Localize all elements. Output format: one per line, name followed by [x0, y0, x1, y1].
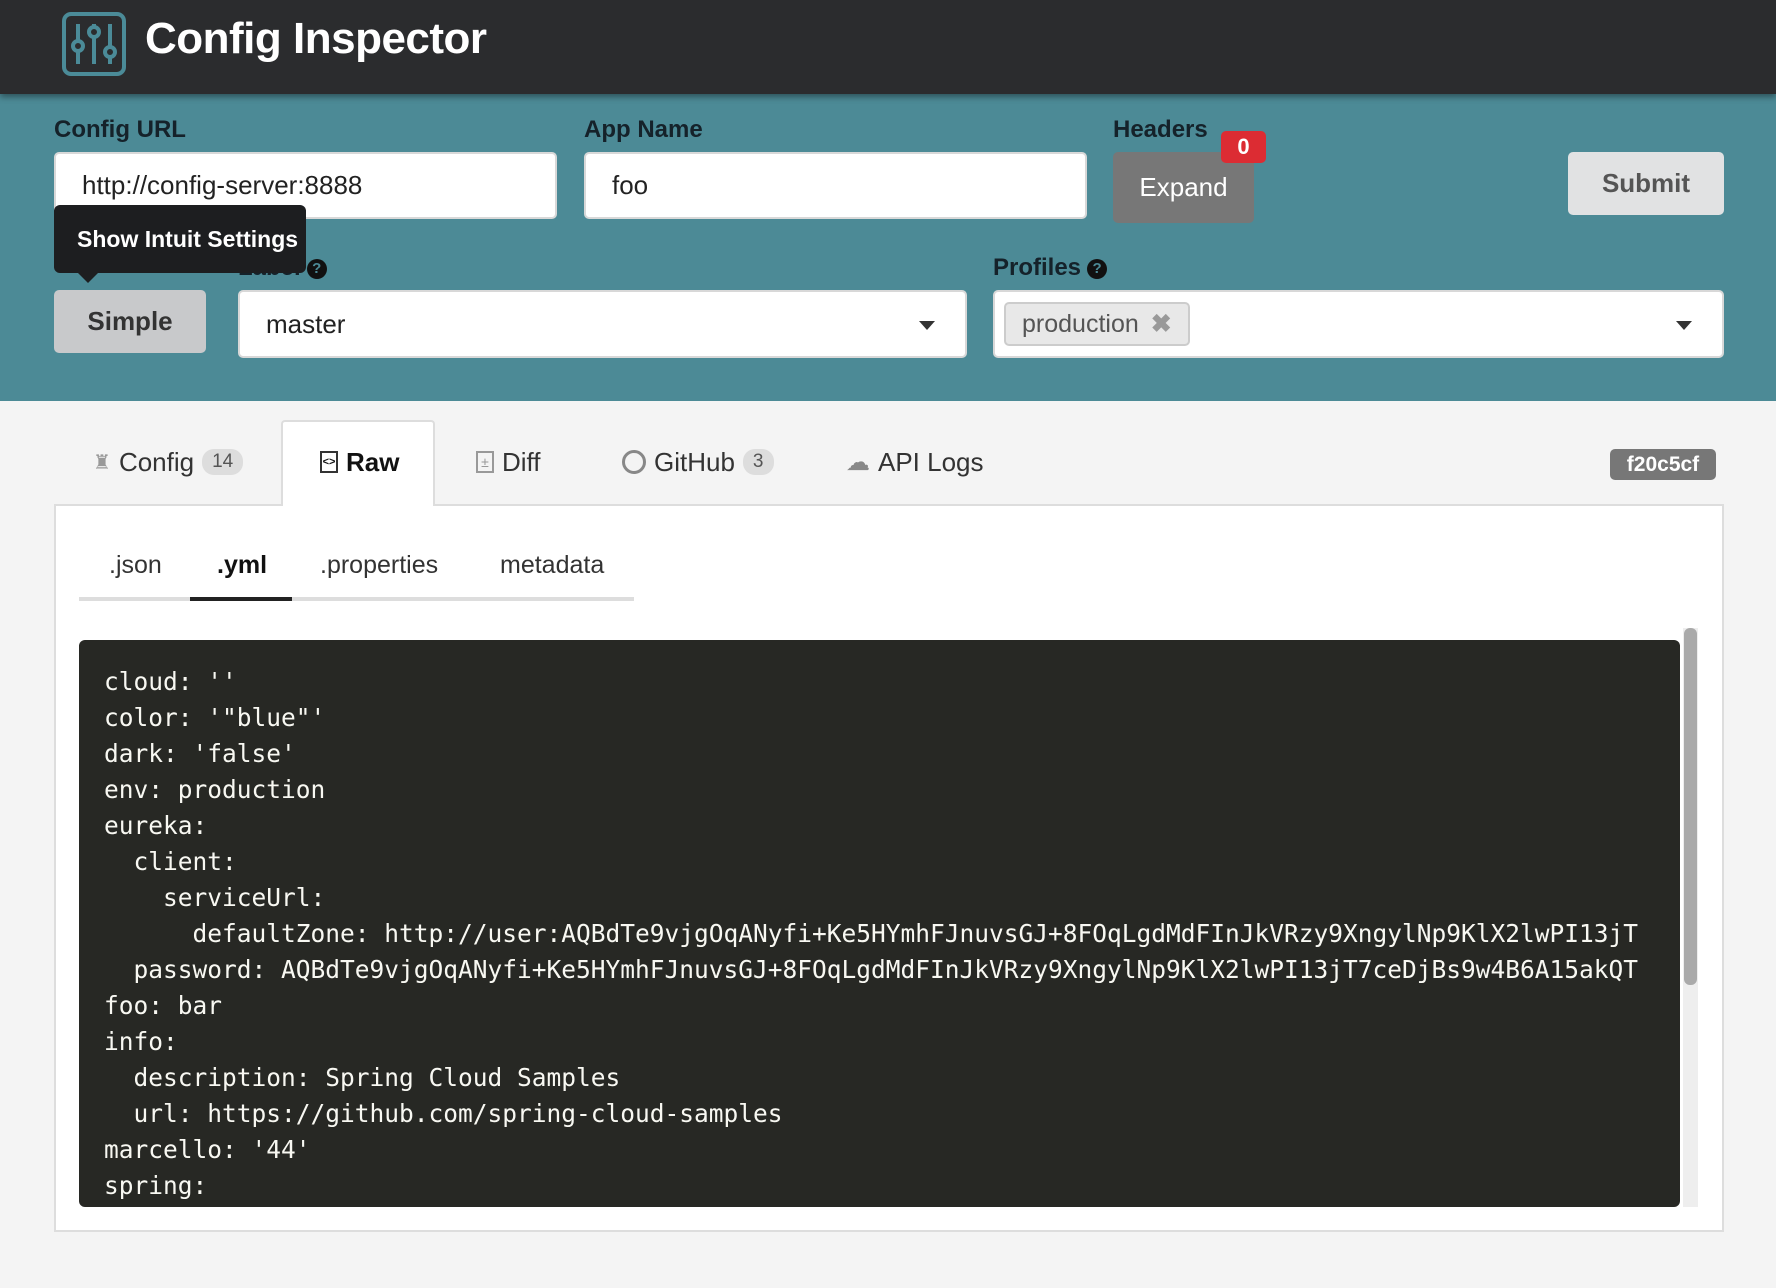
- code-line: color: '"blue"': [104, 703, 326, 732]
- profiles-label: Profiles?: [993, 254, 1108, 282]
- tooltip: Show Intuit Settings: [54, 205, 306, 273]
- tooltip-arrow: [78, 273, 98, 283]
- code-line: defaultZone: http://user:AQBdTe9vjgOqANy…: [104, 919, 1639, 948]
- config-url-label: Config URL: [54, 116, 186, 143]
- subtab-metadata[interactable]: metadata: [500, 532, 604, 598]
- code-line: spring:: [104, 1171, 208, 1200]
- profiles-select[interactable]: production ✖: [993, 290, 1724, 358]
- tab-count: 14: [202, 449, 244, 475]
- remove-icon[interactable]: ✖: [1151, 309, 1172, 339]
- code-line: dark: 'false': [104, 739, 296, 768]
- tab-github[interactable]: GitHub 3: [622, 420, 774, 504]
- help-icon[interactable]: ?: [306, 259, 327, 279]
- subtab-json[interactable]: .json: [109, 532, 162, 598]
- code-line: eureka:: [104, 811, 208, 840]
- tab-count: 3: [742, 449, 774, 475]
- code-line: env: production: [104, 775, 326, 804]
- file-diff-icon: ±: [476, 451, 494, 473]
- scrollbar[interactable]: [1683, 628, 1698, 1207]
- file-code-icon: <>: [320, 451, 338, 473]
- app-title: Config Inspector: [145, 14, 487, 63]
- tab-api-logs[interactable]: ☁ API Logs: [846, 420, 984, 504]
- code-line: info:: [104, 1027, 178, 1056]
- subtab-properties[interactable]: .properties: [320, 532, 438, 598]
- sliders-icon: [62, 12, 126, 76]
- code-line: marcello: '44': [104, 1135, 311, 1164]
- app-name-input[interactable]: foo: [584, 152, 1087, 219]
- help-icon[interactable]: ?: [1087, 259, 1108, 279]
- headers-label: Headers: [1113, 116, 1208, 143]
- tab-label: GitHub: [654, 446, 735, 477]
- github-icon: [622, 450, 646, 474]
- chevron-down-icon: [1676, 321, 1692, 330]
- label-value: master: [266, 308, 346, 339]
- tab-raw[interactable]: <> Raw: [320, 420, 399, 504]
- submit-button[interactable]: Submit: [1568, 152, 1724, 215]
- subtab-yml[interactable]: .yml: [217, 532, 267, 598]
- profile-chip-label: production: [1022, 309, 1139, 338]
- app-name-label: App Name: [584, 116, 703, 143]
- headers-count-badge: 0: [1221, 131, 1266, 163]
- tab-label: API Logs: [878, 446, 984, 477]
- code-line: password: AQBdTe9vjgOqANyfi+Ke5HYmhFJnuv…: [104, 955, 1639, 984]
- sitemap-icon: ♜: [93, 451, 111, 474]
- code-line: cloud: '': [104, 667, 237, 696]
- simple-mode-button[interactable]: Simple: [54, 290, 206, 353]
- code-line: url: https://github.com/spring-cloud-sam…: [104, 1099, 783, 1128]
- tab-config[interactable]: ♜ Config 14: [93, 420, 244, 504]
- chevron-down-icon: [919, 321, 935, 330]
- code-line: client:: [104, 847, 237, 876]
- cloud-icon: ☁: [846, 448, 870, 476]
- tab-label: Config: [118, 446, 195, 477]
- code-line: serviceUrl:: [104, 883, 326, 912]
- tab-diff[interactable]: ± Diff: [476, 420, 541, 504]
- top-bar: Config Inspector: [0, 0, 1776, 94]
- tab-label: Diff: [502, 446, 541, 477]
- yaml-code-block[interactable]: cloud: '' color: '"blue"' dark: 'false' env…: [79, 640, 1680, 1207]
- profile-chip: production ✖: [1004, 302, 1190, 346]
- scrollbar-thumb[interactable]: [1684, 628, 1697, 985]
- commit-badge: f20c5cf: [1610, 449, 1716, 480]
- label-select[interactable]: master: [238, 290, 967, 358]
- code-line: description: Spring Cloud Samples: [104, 1063, 621, 1092]
- code-line: foo: bar: [104, 991, 223, 1020]
- active-subtab-underline: [190, 597, 292, 601]
- tab-label: Raw: [346, 446, 400, 477]
